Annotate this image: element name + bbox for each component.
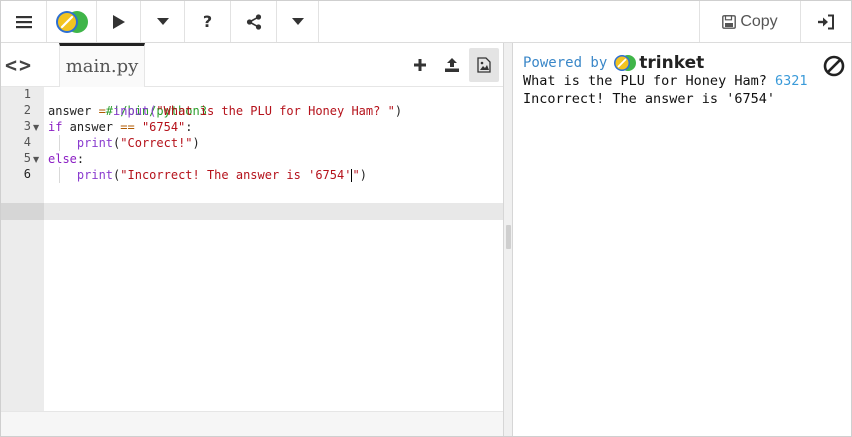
code-token: else: [48, 152, 77, 166]
top-toolbar: ? Copy: [1, 1, 851, 43]
code-token: "Correct!": [120, 136, 193, 150]
code-token: print: [76, 168, 114, 182]
code-editor[interactable]: 1 2 3 ▼ 4 5 ▼ 6 #!/bin/python3 answer = …: [1, 87, 503, 411]
trinket-app: ? Copy <> main.py 1 2 3 ▼ 4 5 ▼ 6 #!/bin…: [0, 0, 852, 437]
sign-in-icon: [818, 14, 834, 29]
line-number: 4: [23, 135, 31, 149]
editor-tools: [405, 47, 499, 83]
add-file-button[interactable]: [405, 48, 435, 82]
stop-circle-icon: [823, 55, 845, 77]
trinket-brand-text: trinket: [639, 53, 705, 73]
floppy-disk-icon: [722, 14, 737, 29]
file-nav-arrows[interactable]: <>: [5, 53, 33, 77]
code-line-5: else:: [48, 151, 84, 167]
trinket-logo-button[interactable]: [47, 1, 97, 42]
panel-splitter[interactable]: [503, 43, 513, 436]
caret-down-icon: [291, 17, 304, 25]
editor-bottom-bar: [1, 411, 503, 436]
code-token: ==: [120, 120, 135, 134]
hamburger-menu-icon: [15, 15, 32, 28]
output-line-2: Incorrect! The answer is '6754': [523, 91, 775, 107]
powered-by-label: Powered by: [523, 55, 608, 71]
code-token: ": [352, 168, 360, 182]
sign-in-button[interactable]: [801, 1, 851, 42]
output-line-1: What is the PLU for Honey Ham? 6321: [523, 73, 807, 89]
share-options-dropdown[interactable]: [277, 1, 319, 42]
code-line-3: if answer == "6754":: [48, 119, 193, 135]
code-token: :: [76, 152, 85, 166]
powered-by-trinket[interactable]: Powered by trinket: [523, 53, 704, 73]
copy-button[interactable]: Copy: [699, 1, 801, 42]
play-icon: [112, 14, 125, 29]
image-file-icon: [477, 57, 491, 73]
upload-icon: [445, 58, 459, 72]
file-tab-bar: <> main.py: [1, 43, 503, 87]
trinket-logo-icon: [614, 55, 637, 71]
line-number: 5: [23, 151, 31, 165]
output-console[interactable]: Powered by trinket What is the PLU for H…: [513, 43, 851, 436]
fold-toggle-icon[interactable]: ▼: [33, 155, 39, 164]
active-line-gutter-highlight: [1, 203, 44, 220]
code-token: input(: [105, 104, 157, 118]
active-line-highlight: [44, 203, 503, 220]
output-user-input: 6321: [774, 73, 808, 89]
help-button[interactable]: ?: [185, 1, 231, 42]
line-number: 3: [23, 119, 31, 133]
plus-icon: [414, 59, 426, 71]
fold-toggle-icon[interactable]: ▼: [33, 123, 39, 132]
trinket-logo-icon: [55, 10, 88, 33]
code-token: ): [394, 104, 403, 118]
output-prompt: What is the PLU for Honey Ham?: [523, 73, 775, 89]
share-button[interactable]: [231, 1, 277, 42]
share-icon: [246, 13, 261, 30]
code-token: ): [359, 168, 367, 182]
toolbar-right-group: Copy: [699, 1, 851, 42]
code-token: "Incorrect! The answer is '6754': [120, 168, 352, 182]
line-number: 6: [23, 167, 31, 181]
line-number: 1: [23, 87, 31, 101]
trinket-brand-link[interactable]: trinket: [613, 53, 704, 73]
code-token: =: [98, 104, 106, 118]
splitter-handle[interactable]: [506, 225, 511, 249]
editor-panel: <> main.py 1 2 3 ▼ 4 5 ▼ 6 #!/bin/python…: [1, 43, 503, 436]
help-label: ?: [202, 12, 213, 31]
code-token: ): [192, 136, 200, 150]
run-options-dropdown[interactable]: [141, 1, 185, 42]
code-token: print: [76, 136, 114, 150]
code-token: "What is the PLU for Honey Ham? ": [156, 104, 395, 118]
menu-button[interactable]: [1, 1, 47, 42]
image-library-button[interactable]: [469, 48, 499, 82]
caret-down-icon: [156, 17, 169, 25]
code-token: "6754": [141, 120, 186, 134]
code-token: if: [48, 120, 63, 134]
code-token: answer: [48, 104, 99, 118]
file-tab-main-py[interactable]: main.py: [59, 43, 145, 87]
stop-button[interactable]: [823, 55, 845, 77]
code-line-6: print("Incorrect! The answer is '6754'"): [48, 167, 367, 183]
code-line-4: print("Correct!"): [48, 135, 200, 151]
line-number: 2: [23, 103, 31, 117]
code-line-1: #!/bin/python3: [48, 87, 207, 118]
run-button[interactable]: [97, 1, 141, 42]
upload-button[interactable]: [437, 48, 467, 82]
code-line-2: answer = input("What is the PLU for Hone…: [48, 103, 402, 119]
copy-label: Copy: [740, 12, 778, 30]
code-token: :: [185, 120, 193, 134]
code-token: answer: [62, 120, 121, 134]
